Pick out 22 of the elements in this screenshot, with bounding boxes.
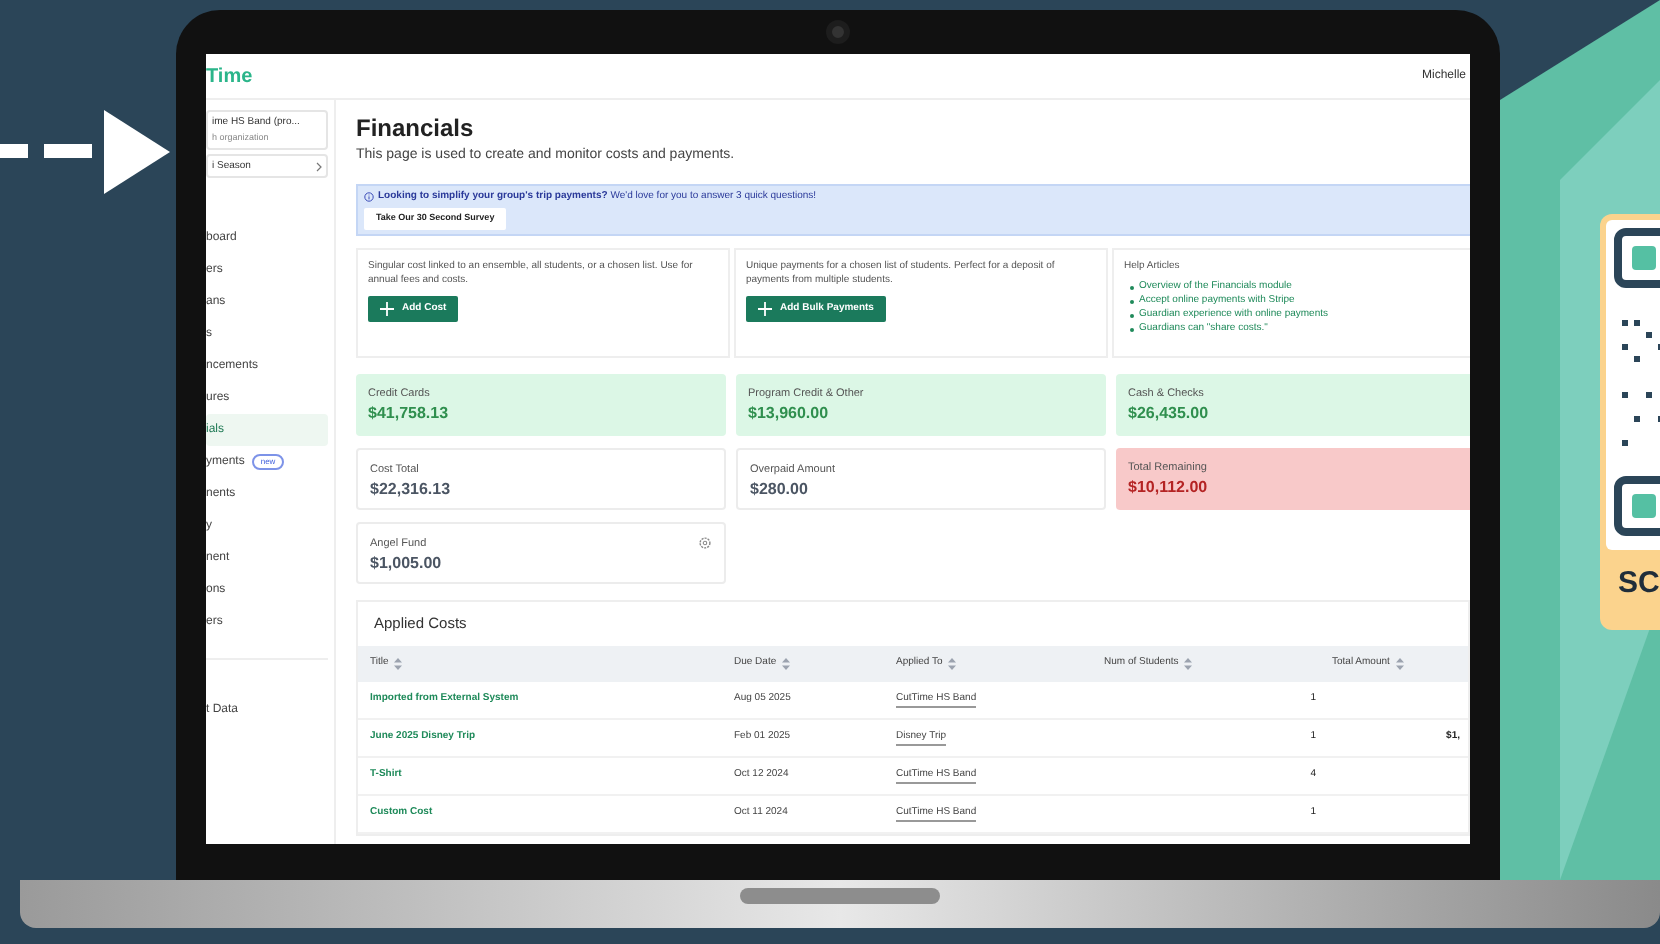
info-icon [364, 191, 374, 202]
stat-value: $41,758.13 [368, 402, 449, 426]
stat-value: $13,960.00 [748, 402, 831, 426]
sort-icon[interactable] [782, 657, 791, 670]
camera-icon [826, 20, 850, 44]
stat-value: $26,435.00 [1128, 402, 1209, 426]
sort-icon[interactable] [394, 657, 403, 670]
chevron-right-icon [316, 161, 322, 172]
stat-value: $22,316.13 [370, 478, 451, 502]
stat-value: $1,005.00 [370, 552, 442, 576]
stat-value: $10,112.00 [1128, 476, 1208, 500]
plus-icon [758, 301, 772, 316]
plus-icon [380, 301, 394, 316]
sort-icon[interactable] [948, 657, 957, 670]
stat-value: $280.00 [750, 478, 810, 502]
dashed-arrow-icon [0, 110, 170, 194]
sort-icon[interactable] [1184, 657, 1193, 670]
settings-icon[interactable] [698, 535, 712, 550]
page-title: Financials [356, 112, 476, 146]
qr-caption: SC [1616, 564, 1660, 604]
qr-code-icon [1614, 228, 1660, 540]
sort-icon[interactable] [1395, 657, 1404, 670]
